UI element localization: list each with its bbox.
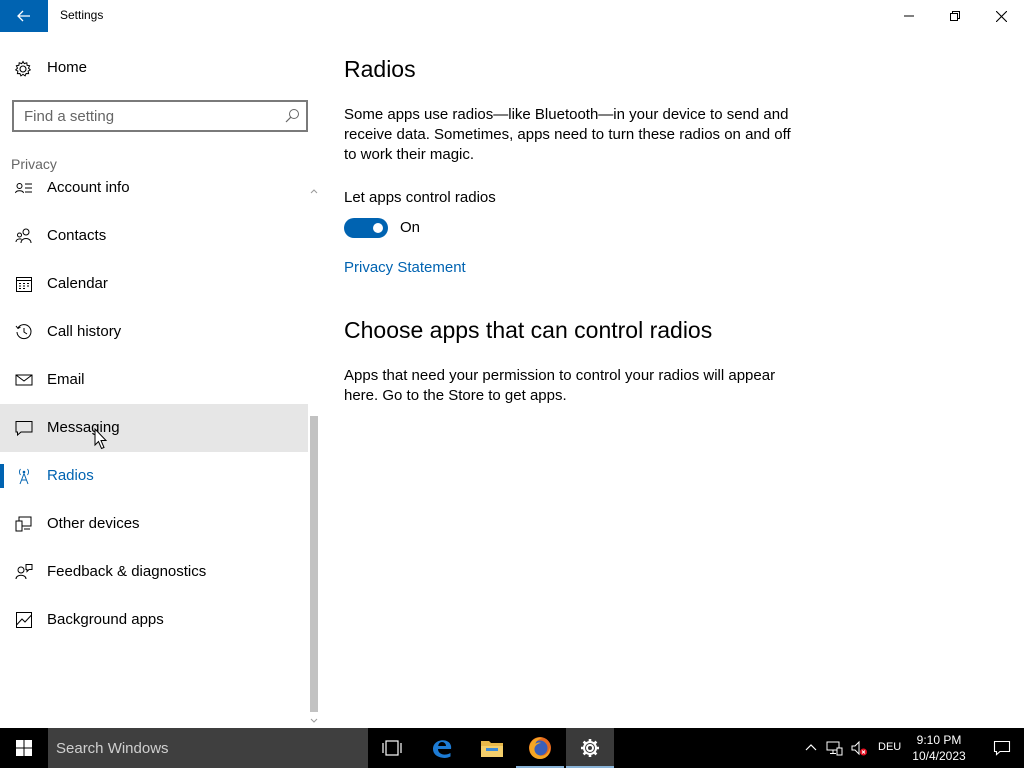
edge-icon [433, 740, 452, 758]
scroll-down-icon[interactable] [310, 716, 318, 726]
search-input[interactable] [24, 106, 274, 126]
mouse-cursor-icon [94, 428, 108, 450]
volume-muted-icon[interactable] [850, 739, 868, 757]
gear-icon [14, 60, 32, 77]
sidebar-item-email[interactable]: Email [0, 356, 308, 404]
edge-button[interactable] [418, 728, 466, 768]
toggle-state-text: On [400, 219, 421, 236]
clock-time: 9:10 PM [916, 733, 962, 747]
taskbar: DEU 9:10 PM 10/4/2023 [0, 728, 1024, 768]
section-description: Apps that need your permission to contro… [344, 367, 776, 404]
close-button[interactable] [978, 0, 1024, 32]
title-bar: Settings [0, 0, 1024, 32]
sidebar-item-label: Call history [47, 323, 122, 340]
sidebar-item-other-devices[interactable]: Other devices [0, 500, 308, 548]
toggle-knob [373, 223, 383, 233]
find-setting-search[interactable] [12, 100, 308, 132]
sidebar-item-feedback-diagnostics[interactable]: Feedback & diagnostics [0, 548, 308, 596]
task-view-icon [382, 740, 402, 756]
action-center-button[interactable] [980, 728, 1024, 768]
sidebar-item-label: Account info [47, 179, 130, 196]
search-icon[interactable] [284, 108, 300, 124]
feedback-icon [15, 564, 33, 580]
contacts-icon [15, 228, 32, 244]
notification-icon [993, 740, 1011, 756]
chevron-up-icon[interactable] [802, 739, 820, 757]
section-heading-privacy: Privacy [11, 156, 57, 172]
sidebar-item-label: Background apps [47, 611, 164, 628]
window-title: Settings [60, 8, 104, 22]
section-title: Choose apps that can control radios [344, 317, 713, 343]
sidebar-item-home[interactable]: Home [0, 52, 308, 84]
sidebar-item-calendar[interactable]: Calendar [0, 260, 308, 308]
taskbar-search-input[interactable] [56, 738, 356, 758]
back-arrow-icon [17, 10, 30, 22]
history-icon [15, 324, 32, 340]
firefox-icon [529, 737, 551, 759]
sidebar-item-background-apps[interactable]: Background apps [0, 596, 308, 644]
privacy-statement-link[interactable]: Privacy Statement [344, 259, 466, 276]
sidebar-item-contacts[interactable]: Contacts [0, 212, 308, 260]
sidebar-item-label: Email [47, 371, 85, 388]
firefox-button[interactable] [516, 728, 564, 768]
file-explorer-button[interactable] [468, 728, 516, 768]
network-icon[interactable] [826, 739, 844, 757]
minimize-button[interactable] [886, 0, 932, 32]
scroll-up-icon[interactable] [310, 186, 318, 196]
input-language-indicator[interactable]: DEU [878, 741, 901, 753]
file-explorer-icon [481, 741, 503, 757]
sidebar-item-label: Messaging [47, 419, 120, 436]
mail-icon [15, 374, 33, 386]
maximize-button[interactable] [932, 0, 978, 32]
toggle-label: Let apps control radios [344, 189, 496, 206]
back-button[interactable] [0, 0, 48, 32]
main-content: Radios Some apps use radios—like Bluetoo… [344, 32, 1024, 728]
sidebar-scrollbar[interactable] [308, 186, 320, 728]
calendar-icon [16, 277, 32, 292]
sidebar-item-label: Radios [47, 467, 94, 484]
start-button[interactable] [0, 728, 48, 768]
sidebar-item-call-history[interactable]: Call history [0, 308, 308, 356]
chat-icon [15, 421, 33, 437]
sidebar-item-label: Contacts [47, 227, 107, 244]
sidebar-item-label: Other devices [47, 515, 140, 532]
sidebar: Home Privacy Account info [0, 32, 320, 728]
sidebar-item-radios[interactable]: Radios [0, 452, 308, 500]
account-info-icon [15, 183, 32, 194]
clock-date: 10/4/2023 [912, 749, 966, 763]
radios-description: Some apps use radios—like Bluetooth—in y… [344, 106, 791, 163]
sidebar-item-label: Feedback & diagnostics [47, 563, 207, 580]
page-title: Radios [344, 56, 416, 82]
minimize-icon [904, 15, 914, 17]
restore-icon [950, 11, 960, 21]
settings-icon [581, 739, 599, 757]
let-apps-control-radios-toggle[interactable] [344, 218, 388, 238]
devices-icon [15, 516, 32, 532]
close-icon [995, 10, 1007, 22]
sidebar-item-messaging[interactable]: Messaging [0, 404, 308, 452]
settings-button[interactable] [566, 728, 614, 768]
windows-logo-icon [16, 740, 32, 756]
sidebar-item-label: Calendar [47, 275, 108, 292]
scrollbar-thumb[interactable] [310, 416, 318, 712]
taskbar-search[interactable] [48, 728, 368, 768]
selection-indicator [0, 464, 4, 488]
sidebar-item-label: Home [47, 59, 88, 76]
background-apps-icon [16, 612, 32, 628]
clock[interactable]: 9:10 PM 10/4/2023 [906, 732, 972, 764]
radio-tower-icon [19, 468, 29, 485]
task-view-button[interactable] [368, 728, 416, 768]
privacy-nav-list: Account info Contacts Calendar Call hist… [0, 172, 308, 728]
